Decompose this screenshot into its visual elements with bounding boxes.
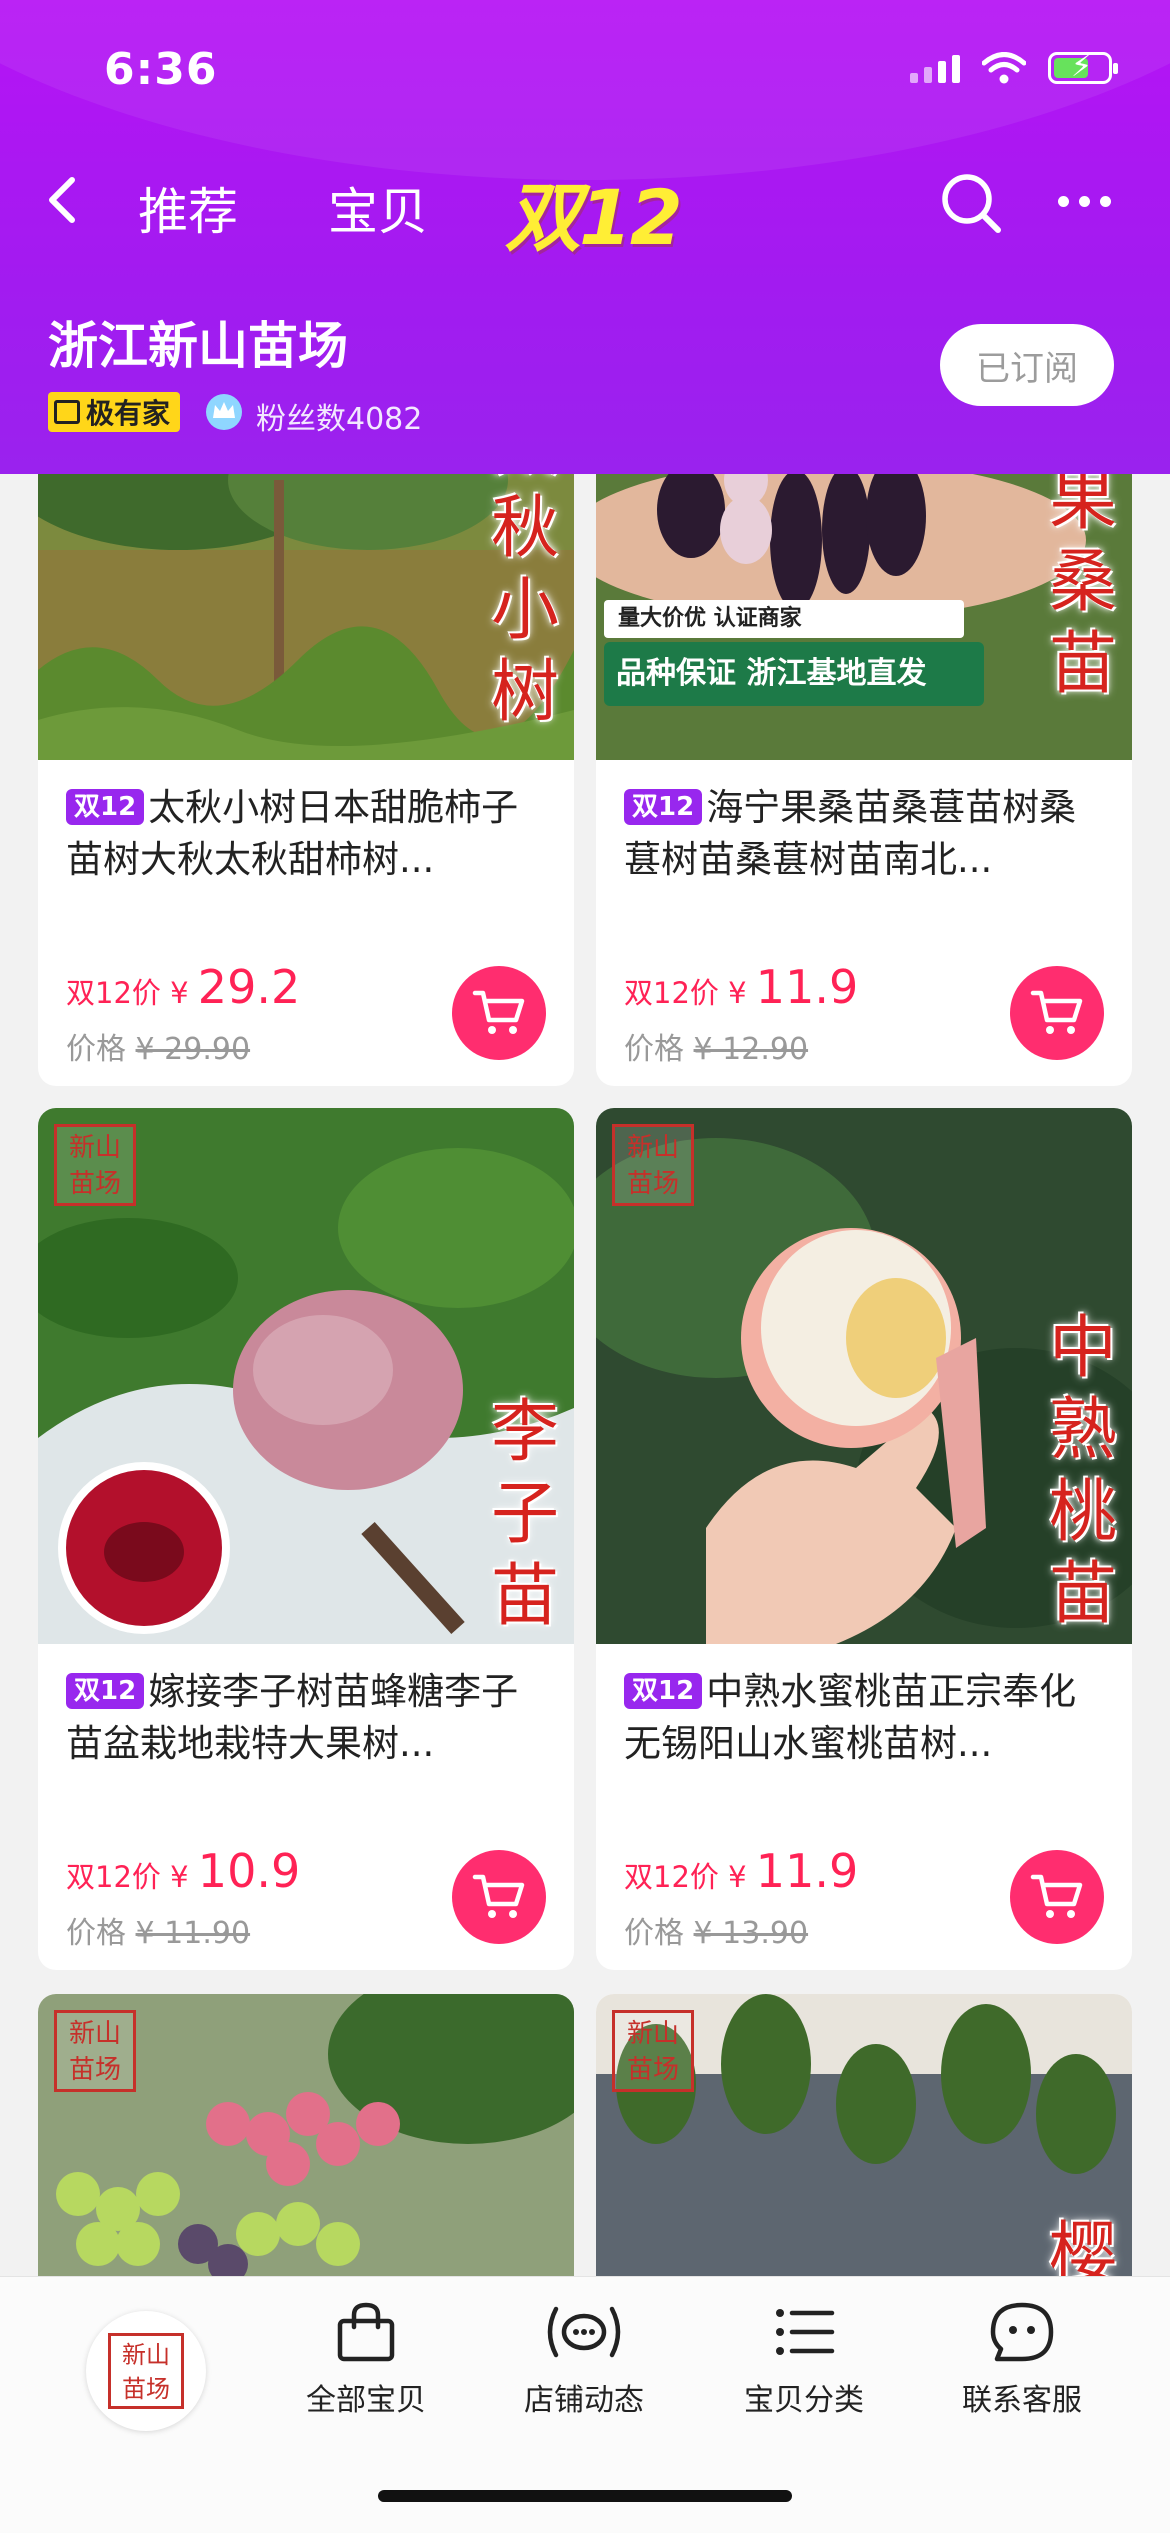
product-card[interactable]: 新山苗场 中熟桃苗 双12 中熟水蜜桃苗正宗奉化无锡阳山水蜜桃苗树... 双12价… (596, 1108, 1132, 1970)
shop-stamp: 新山苗场 (54, 1124, 136, 1206)
subscribe-button[interactable]: 已订阅 (940, 324, 1114, 406)
wifi-icon (982, 52, 1026, 84)
product-card[interactable]: 新山苗场 (38, 1994, 574, 2294)
tab-categories[interactable]: 宝贝分类 (714, 2301, 894, 2419)
tab-shop-updates-label: 店铺动态 (524, 2383, 644, 2418)
promo-price: 双12价 ¥ 29.2 (66, 960, 301, 1014)
shop-badge: 极有家 (48, 392, 181, 432)
shop-header: 6:36 ⚡ 推荐 宝贝 双12 浙江新山苗场 极有家 粉丝数4082 已订阅 (0, 0, 1170, 474)
crown-icon (206, 394, 242, 430)
tab-categories-label: 宝贝分类 (744, 2383, 864, 2418)
product-overlay-text: 果桑苗 (1048, 461, 1117, 704)
product-image: 新山苗场 李子苗 (38, 1108, 574, 1644)
product-banner-top: 量大价优 认证商家 (604, 600, 964, 638)
more-button[interactable] (1058, 186, 1118, 216)
cart-icon (1030, 990, 1083, 1034)
original-price: 价格 ¥ 29.90 (66, 1032, 251, 1067)
chat-bot-icon (990, 2302, 1054, 2362)
product-overlay-text: 李子苗 (490, 1393, 559, 1636)
shop-stamp: 新山苗场 (54, 2010, 136, 2092)
product-card[interactable]: 量大价优 认证商家 品种保证 浙江基地直发 果桑苗 双12 海宁果桑苗桑葚苗树桑葚… (596, 420, 1132, 1086)
cart-icon (472, 990, 525, 1034)
product-image: 新山苗场 中熟桃苗 (596, 1108, 1132, 1644)
tab-customer-service[interactable]: 联系客服 (932, 2301, 1112, 2419)
back-button[interactable] (40, 172, 90, 228)
battery-icon: ⚡ (1048, 51, 1118, 84)
shop-logo: 新山苗场 (108, 2333, 184, 2409)
signal-icon (910, 53, 960, 83)
product-overlay-text: 中熟桃苗 (1048, 1309, 1117, 1634)
status-time: 6:36 (104, 44, 218, 95)
tab-recommend[interactable]: 推荐 (138, 172, 238, 244)
promo-tag: 双12 (66, 1673, 145, 1709)
shopping-bag-icon (337, 2302, 395, 2362)
list-icon (776, 2309, 835, 2355)
product-title: 双12 中熟水蜜桃苗正宗奉化无锡阳山水蜜桃苗树... (624, 1670, 1077, 1765)
tab-all-items[interactable]: 全部宝贝 (276, 2301, 456, 2419)
tab-customer-service-label: 联系客服 (962, 2383, 1082, 2418)
product-title: 双12 太秋小树日本甜脆柿子苗树大秋太秋甜柿树... (66, 786, 519, 881)
promo-price: 双12价 ¥ 10.9 (66, 1844, 301, 1898)
original-price: 价格 ¥ 12.90 (624, 1032, 809, 1067)
add-to-cart-button[interactable] (1010, 1850, 1104, 1944)
tab-all-items-label: 全部宝贝 (306, 2383, 426, 2418)
product-card[interactable]: 新山苗场 樱 (596, 1994, 1132, 2294)
tab-shop-updates[interactable]: 店铺动态 (494, 2301, 674, 2419)
shop-name: 浙江新山苗场 (48, 317, 348, 375)
cart-icon (472, 1874, 525, 1918)
product-title: 双12 海宁果桑苗桑葚苗树桑葚树苗桑葚树苗南北... (624, 786, 1077, 881)
product-image: 新山苗场 (38, 1994, 574, 2294)
promo-tag: 双12 (624, 1673, 703, 1709)
house-icon (54, 400, 80, 424)
home-indicator[interactable] (378, 2490, 792, 2502)
add-to-cart-button[interactable] (1010, 966, 1104, 1060)
promo-logo: 双12 (505, 173, 683, 262)
broadcast-icon (547, 2306, 621, 2358)
cart-icon (1030, 1874, 1083, 1918)
shop-stamp: 新山苗场 (612, 1124, 694, 1206)
product-banner-main: 品种保证 浙江基地直发 (604, 642, 984, 706)
promo-tag: 双12 (66, 789, 145, 825)
original-price: 价格 ¥ 11.90 (66, 1916, 251, 1951)
shop-stamp: 新山苗场 (612, 2010, 694, 2092)
tab-items[interactable]: 宝贝 (328, 172, 428, 244)
product-title: 双12 嫁接李子树苗蜂糖李子苗盆栽地栽特大果树... (66, 1670, 519, 1765)
promo-price: 双12价 ¥ 11.9 (624, 960, 859, 1014)
shop-badge-label: 极有家 (86, 397, 171, 430)
search-button[interactable] (938, 170, 1004, 236)
product-image: 新山苗场 樱 (596, 1994, 1132, 2294)
add-to-cart-button[interactable] (452, 966, 546, 1060)
product-card[interactable]: 新山苗场 李子苗 双12 嫁接李子树苗蜂糖李子苗盆栽地栽特大果树... 双12价 … (38, 1108, 574, 1970)
promo-price: 双12价 ¥ 11.9 (624, 1844, 859, 1898)
fans-count: 粉丝数4082 (256, 402, 423, 437)
promo-tag: 双12 (624, 789, 703, 825)
status-icons: ⚡ (910, 51, 1118, 84)
add-to-cart-button[interactable] (452, 1850, 546, 1944)
original-price: 价格 ¥ 13.90 (624, 1916, 809, 1951)
top-nav: 推荐 宝贝 双12 (0, 150, 1170, 262)
product-card[interactable]: 太秋小树 双12太秋小树日本甜脆柿子苗树大秋太秋甜柿树... 双12价 ¥ 29… (38, 420, 574, 1086)
shop-home-button[interactable]: 新山苗场 (86, 2311, 206, 2431)
